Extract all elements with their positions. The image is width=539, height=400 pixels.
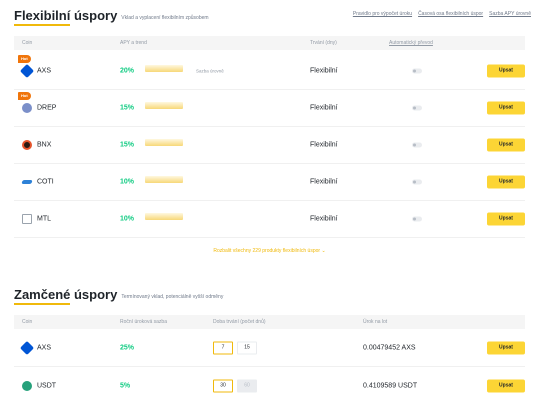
- duration-selector: 7 15: [213, 341, 257, 355]
- apy-value: 10%: [120, 178, 135, 186]
- flexible-title: Flexibilní úspory: [14, 8, 118, 26]
- flexible-row: Hot AXS 20% Sazba úrovně Flexibilní Upsa…: [14, 53, 525, 90]
- duration-option[interactable]: 7: [213, 341, 233, 355]
- auto-transfer-toggle[interactable]: [412, 216, 422, 222]
- apy-value: 20%: [120, 67, 135, 75]
- coin-name: BNX: [37, 141, 52, 149]
- apy-trend-bar: [145, 65, 183, 72]
- duration-selector: 30 60: [213, 379, 257, 392]
- flexible-subtitle: Vklad a vyplacení flexibilním způsobem: [121, 15, 209, 21]
- term-value: Flexibilní: [310, 178, 338, 186]
- col-term: Trvání (dny): [310, 40, 337, 46]
- hot-badge: Hot: [18, 92, 31, 100]
- rate-value: 25%: [120, 344, 135, 352]
- flexible-row: COTI 10% Flexibilní Upsat: [14, 164, 525, 201]
- subscribe-button[interactable]: Upsat: [487, 64, 525, 78]
- col-apy: APY a trend: [120, 40, 147, 46]
- tier-apy-link[interactable]: Sazba APY úrovně: [489, 11, 531, 17]
- subscribe-button[interactable]: Upsat: [487, 341, 525, 355]
- flexible-row: BNX 15% Flexibilní Upsat: [14, 127, 525, 164]
- hot-badge: Hot: [18, 55, 31, 63]
- coin-name: AXS: [37, 344, 52, 352]
- locked-table-header: Coin Roční úroková sazba Doba trvání (po…: [14, 315, 525, 329]
- auto-transfer-toggle[interactable]: [412, 142, 422, 148]
- apy-trend-bar: [145, 139, 183, 146]
- apy-value: 15%: [120, 141, 135, 149]
- coin-name: DREP: [37, 104, 57, 112]
- coti-icon: [21, 180, 33, 184]
- coin-name: AXS: [37, 67, 52, 75]
- coin-name: COTI: [37, 178, 54, 186]
- axs-icon: [19, 340, 35, 356]
- subscribe-button[interactable]: Upsat: [487, 212, 525, 226]
- rate-value: 5%: [120, 382, 131, 389]
- usdt-icon: [22, 380, 32, 391]
- term-value: Flexibilní: [310, 104, 338, 112]
- drep-icon: [22, 103, 32, 113]
- apy-value: 15%: [120, 104, 135, 112]
- subscribe-button[interactable]: Upsat: [487, 175, 525, 189]
- mtl-icon: [22, 214, 32, 224]
- axs-icon: [19, 63, 35, 79]
- top-links: Pravidlo pro výpočet úroku Časová osa fl…: [353, 11, 531, 17]
- interest-value: 0.00479452 AXS: [363, 344, 416, 352]
- timeline-link[interactable]: Časová osa flexibilních úspor: [418, 11, 483, 17]
- col-coin: Coin: [22, 40, 33, 46]
- coin-name: USDT: [37, 382, 57, 389]
- term-value: Flexibilní: [310, 215, 338, 223]
- locked-title: Zamčené úspory: [14, 287, 118, 305]
- chevron-down-icon: ⌄: [320, 248, 326, 254]
- show-more-label: Rozbalit všechny 229 produkty flexibilní…: [213, 248, 321, 254]
- interest-value: 0.4109589 USDT: [363, 382, 418, 389]
- col-rate: Roční úroková sazba: [120, 319, 167, 325]
- auto-transfer-toggle[interactable]: [412, 179, 422, 185]
- col-auto-transfer[interactable]: Automatický převod: [389, 40, 433, 46]
- term-value: Flexibilní: [310, 67, 338, 75]
- subscribe-button[interactable]: Upsat: [487, 379, 525, 392]
- flexible-row: MTL 10% Flexibilní Upsat: [14, 201, 525, 238]
- term-value: Flexibilní: [310, 141, 338, 149]
- duration-option[interactable]: 60: [237, 379, 257, 392]
- flexible-section-header: Flexibilní úspory Vklad a vyplacení flex…: [14, 8, 209, 26]
- show-more-link[interactable]: Rozbalit všechny 229 produkty flexibilní…: [0, 248, 539, 254]
- apy-value: 10%: [120, 215, 135, 223]
- auto-transfer-toggle[interactable]: [412, 105, 422, 111]
- flexible-table-header: Coin APY a trend Trvání (dny) Automatick…: [14, 36, 525, 50]
- col-coin: Coin: [22, 319, 33, 325]
- auto-transfer-toggle[interactable]: [412, 68, 422, 74]
- apy-trend-bar: [145, 213, 183, 220]
- col-duration: Doba trvání (počet dnů): [213, 319, 266, 325]
- subscribe-button[interactable]: Upsat: [487, 101, 525, 115]
- duration-option[interactable]: 30: [213, 379, 233, 392]
- locked-section-header: Zamčené úspory Termínovaný vklad, potenc…: [14, 287, 224, 305]
- locked-row: AXS 25% 7 15 0.00479452 AXS Upsat: [14, 330, 525, 367]
- interest-rule-link[interactable]: Pravidlo pro výpočet úroku: [353, 11, 412, 17]
- duration-option[interactable]: 15: [237, 341, 257, 355]
- apy-trend-bar: [145, 102, 183, 109]
- flexible-row: Hot DREP 15% Flexibilní Upsat: [14, 90, 525, 127]
- locked-subtitle: Termínovaný vklad, potenciálně vyšší odm…: [121, 294, 224, 300]
- tier-rate-label: Sazba úrovně: [196, 68, 224, 74]
- locked-row: USDT 5% 30 60 0.4109589 USDT Upsat: [14, 367, 525, 400]
- apy-trend-bar: [145, 176, 183, 183]
- col-interest: Úrok na lot: [363, 319, 388, 325]
- bnx-icon: [22, 140, 32, 150]
- coin-name: MTL: [37, 215, 51, 223]
- subscribe-button[interactable]: Upsat: [487, 138, 525, 152]
